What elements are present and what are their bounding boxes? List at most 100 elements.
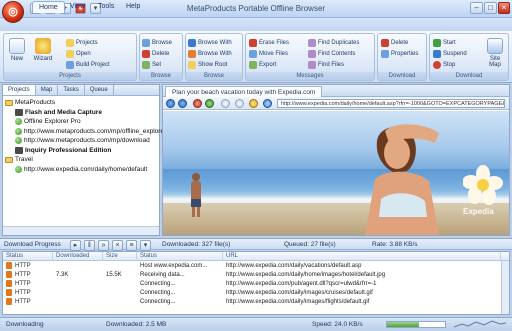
open-button[interactable]: Open: [66, 49, 91, 59]
wizard-button[interactable]: Wizard: [32, 37, 54, 71]
browse-button[interactable]: Browse: [142, 38, 172, 48]
maximize-button[interactable]: □: [484, 2, 497, 14]
panel-tab-tasks[interactable]: Tasks: [58, 85, 85, 95]
stop-load-icon[interactable]: [193, 99, 202, 108]
document-tab[interactable]: Plan your beach vacation today with Expe…: [165, 86, 323, 97]
remove-icon[interactable]: ×: [112, 239, 123, 251]
table-row[interactable]: HTTP Connecting... http://www.expedia.com/…: [3, 289, 501, 298]
tree-node[interactable]: http://www.metaproducts.com/mp/offline_e…: [5, 127, 166, 137]
go-icon[interactable]: [263, 99, 272, 108]
skip-icon[interactable]: »: [98, 239, 109, 251]
table-cell: http://www.expedia.com/daily/home/images…: [226, 272, 386, 278]
project-tree: MetaProducts Flash and Media Capture Offli…: [5, 98, 166, 175]
panel-tab-projects[interactable]: Projects: [3, 85, 36, 95]
stop-button[interactable]: Stop: [433, 60, 455, 70]
minimize-button[interactable]: –: [470, 2, 483, 14]
show-root-button[interactable]: Show Root: [188, 60, 227, 70]
build-project-button[interactable]: Build Project: [66, 60, 110, 70]
find-duplicates-button[interactable]: Find Duplicates: [308, 38, 359, 48]
web-page-view[interactable]: Expedia: [163, 111, 509, 235]
browse-with-2-button[interactable]: Browse With: [188, 49, 232, 59]
tree-node[interactable]: MetaProducts: [5, 98, 157, 108]
new-button[interactable]: New: [6, 37, 28, 71]
home-icon[interactable]: [221, 99, 230, 108]
expedia-watermark: Expedia: [463, 207, 494, 216]
browse-with-button[interactable]: Browse With: [188, 38, 232, 48]
http-icon: [6, 298, 12, 305]
folder-icon: [5, 99, 13, 106]
group-label: Browse: [140, 72, 182, 80]
erase-files-button[interactable]: Erase Files: [249, 38, 289, 48]
find-files-button[interactable]: Find Files: [308, 60, 344, 70]
browse-icon: [142, 39, 150, 47]
group-label: Download: [430, 72, 508, 80]
find-contents-button[interactable]: Find Contents: [308, 49, 355, 59]
table-cell: [103, 298, 137, 307]
protocol-label: HTTP: [15, 272, 31, 279]
back-icon[interactable]: [166, 99, 175, 108]
download-progress-title: Download Progress: [4, 241, 61, 248]
delete-button[interactable]: Delete: [142, 49, 169, 59]
panel-tab-map[interactable]: Map: [36, 85, 59, 95]
filter-icon[interactable]: ▾: [140, 239, 151, 251]
tree-node[interactable]: Travel: [5, 155, 157, 165]
download-list: Status Downloaded Size Status URL HTTP Ho…: [2, 251, 510, 315]
tab-tools[interactable]: Tools: [92, 1, 120, 13]
favorites-icon[interactable]: [249, 99, 258, 108]
settings-icon[interactable]: ≡: [126, 239, 137, 251]
close-button[interactable]: ×: [498, 2, 510, 14]
tree-node[interactable]: Flash and Media Capture: [5, 108, 157, 118]
table-row[interactable]: HTTP Host www.expedia.com... http://www.ex…: [3, 262, 501, 271]
horizontal-scrollbar[interactable]: [3, 226, 159, 235]
print-icon[interactable]: [235, 99, 244, 108]
table-cell: Receiving data...: [140, 272, 185, 278]
properties-button[interactable]: Properties: [381, 49, 418, 59]
http-icon: [6, 262, 12, 269]
move-files-button[interactable]: Move Files: [249, 49, 288, 59]
export-button[interactable]: Export: [249, 60, 276, 70]
projects-button[interactable]: Projects: [66, 38, 98, 48]
tab-help[interactable]: Help: [120, 1, 146, 13]
app-menu-orb[interactable]: ◎: [2, 1, 24, 23]
table-cell: HTTP: [3, 271, 53, 280]
tab-home[interactable]: Home: [32, 1, 65, 13]
site-map-button[interactable]: Site Map: [484, 37, 506, 71]
table-cell: http://www.expedia.com/daily/images/crui…: [226, 290, 373, 296]
tree-node[interactable]: http://www.metaproducts.com/mp/download: [5, 136, 157, 146]
table-row[interactable]: HTTP Connecting... http://www.expedia.com/…: [3, 298, 501, 307]
tree-node[interactable]: Offline Explorer Pro: [5, 117, 157, 127]
column-status[interactable]: Status: [3, 252, 53, 261]
table-row[interactable]: HTTP Connecting... http://www.expedia.com/…: [3, 280, 501, 289]
table-cell: Connecting...: [140, 281, 176, 287]
table-cell: Host www.expedia.com...: [140, 263, 208, 269]
wizard-icon: [35, 38, 51, 54]
set-button[interactable]: Set: [142, 60, 161, 70]
start-download-icon[interactable]: ▸: [70, 239, 81, 251]
vertical-scrollbar[interactable]: [501, 261, 509, 314]
browser-toolbar: http://www.expedia.com/daily/home/defaul…: [163, 97, 509, 110]
find-icon: [308, 39, 316, 47]
globe-icon: [15, 118, 22, 126]
table-row[interactable]: HTTP 7.3K 15.5K Receiving data... http://www…: [3, 271, 501, 280]
column-size[interactable]: Size: [103, 252, 137, 261]
table-cell: HTTP: [3, 280, 53, 289]
tree-node[interactable]: Inquiry Professional Edition: [5, 146, 157, 156]
suspend-button[interactable]: Suspend: [433, 49, 467, 59]
address-bar[interactable]: http://www.expedia.com/daily/home/defaul…: [277, 99, 505, 108]
start-button[interactable]: Start: [433, 38, 456, 48]
download-delete-button[interactable]: Delete: [381, 38, 408, 48]
forward-icon[interactable]: [178, 99, 187, 108]
panel-tab-queue[interactable]: Queue: [85, 85, 114, 95]
column-url[interactable]: URL: [223, 252, 501, 261]
table-cell: http://www.expedia.com/pub/agent.dll?qsc…: [226, 281, 377, 287]
status-downloaded: Downloaded: 2.5 MB: [106, 321, 167, 328]
column-downloaded[interactable]: Downloaded: [53, 252, 103, 261]
column-state[interactable]: Status: [137, 252, 223, 261]
globe-icon: [15, 137, 22, 145]
tree-node[interactable]: http://www.expedia.com/daily/home/defaul…: [5, 165, 157, 175]
protocol-label: HTTP: [15, 299, 31, 306]
tab-view[interactable]: View: [64, 1, 91, 13]
refresh-icon[interactable]: [205, 99, 214, 108]
pause-download-icon[interactable]: ‖: [84, 239, 95, 251]
resize-grip-icon[interactable]: [453, 320, 507, 329]
